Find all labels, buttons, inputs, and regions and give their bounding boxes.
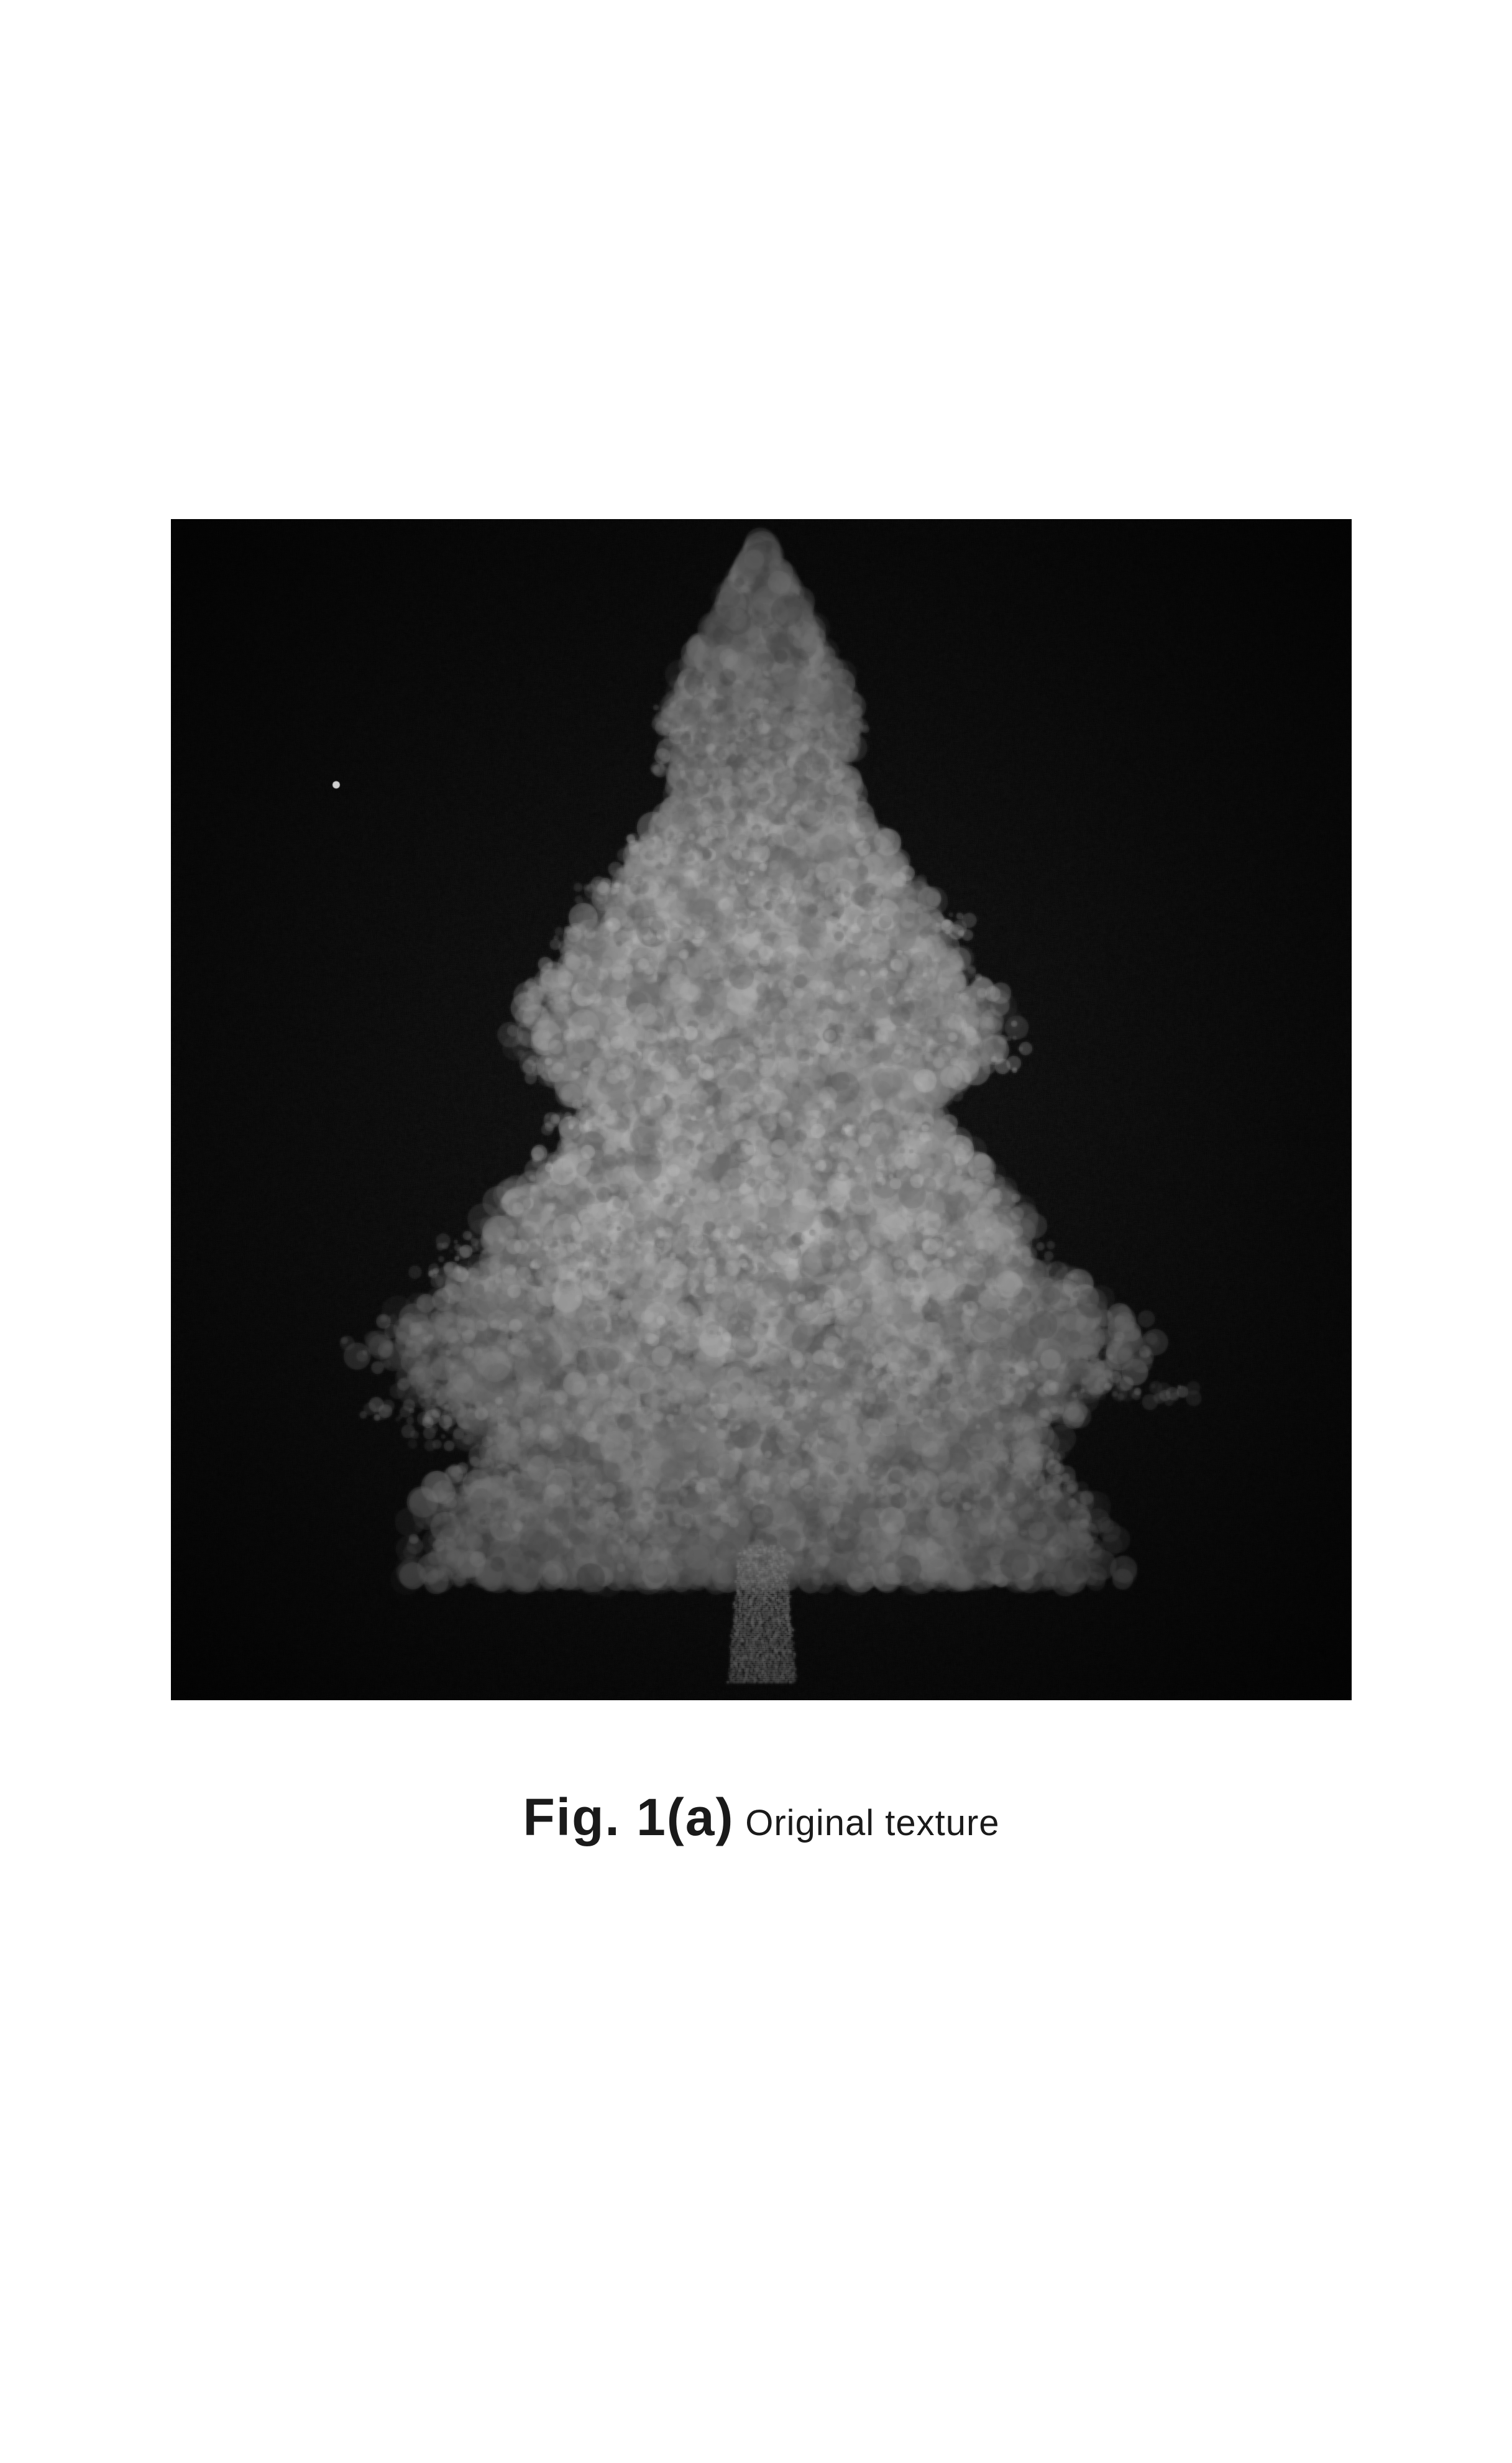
tree-texture-image bbox=[171, 519, 1352, 1700]
figure-label: Fig. 1(a) bbox=[523, 1788, 734, 1846]
figure-description: Original texture bbox=[745, 1803, 999, 1843]
figure-caption: Fig. 1(a) Original texture bbox=[171, 1787, 1352, 1848]
figure-container: Fig. 1(a) Original texture bbox=[171, 519, 1352, 1848]
figure-image bbox=[171, 519, 1352, 1700]
